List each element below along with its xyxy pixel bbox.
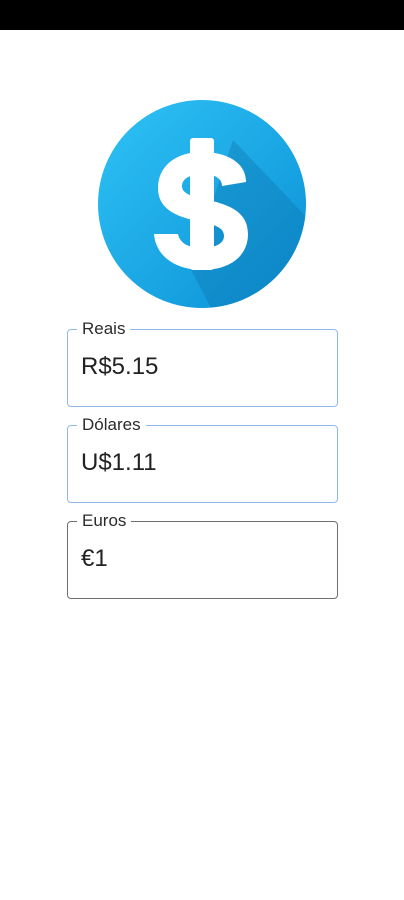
euros-label: Euros (77, 511, 132, 531)
euros-field[interactable]: Euros (67, 511, 338, 599)
dolares-field[interactable]: Dólares (67, 415, 338, 503)
reais-input[interactable] (81, 350, 321, 384)
dollar-logo-icon (98, 100, 306, 308)
euros-input[interactable] (81, 542, 321, 576)
reais-field[interactable]: Reais (67, 319, 338, 407)
dolares-label: Dólares (77, 415, 146, 435)
status-bar (0, 0, 404, 30)
dolares-input[interactable] (81, 446, 321, 480)
reais-label: Reais (77, 319, 131, 339)
